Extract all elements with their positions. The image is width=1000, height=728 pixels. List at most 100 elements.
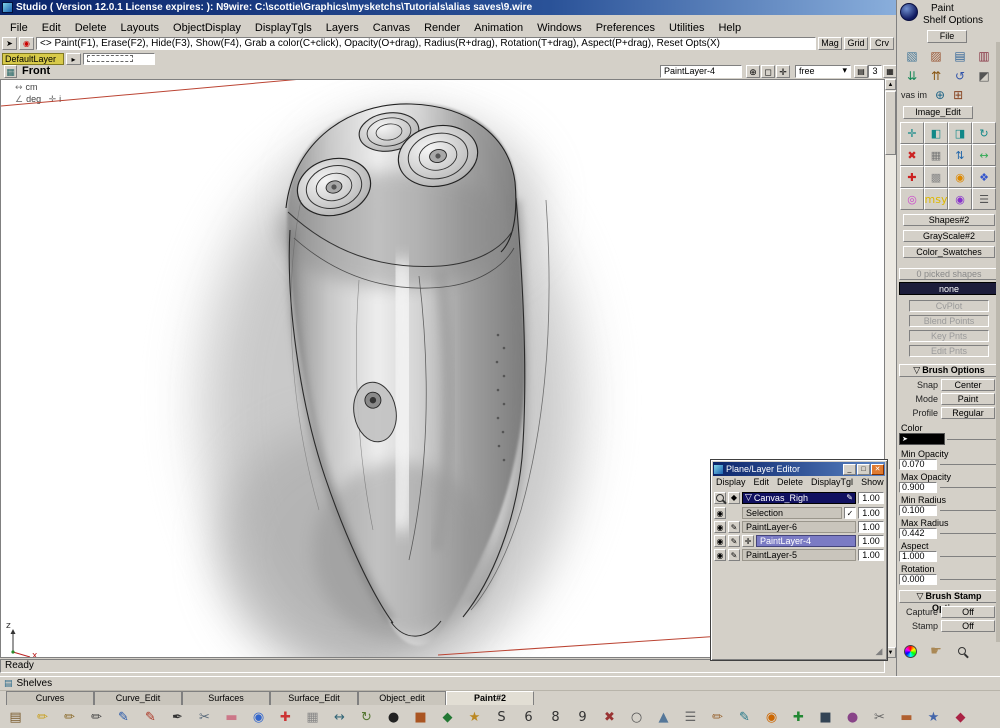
color-swatches-button[interactable]: Color_Swatches <box>903 246 995 258</box>
field-value-input[interactable]: 0.070 <box>899 459 937 470</box>
square-brush-icon[interactable]: ■ <box>407 706 434 728</box>
editor-menu-item[interactable]: Delete <box>777 477 803 489</box>
erase-all-icon[interactable]: ✖ <box>596 706 623 728</box>
export-icon[interactable]: ⇈ <box>924 66 948 86</box>
import-icon[interactable]: ⇊ <box>900 66 924 86</box>
triangle-brush-icon[interactable]: ▲ <box>650 706 677 728</box>
active-layer-tab[interactable]: DefaultLayer <box>2 53 64 65</box>
pen-teal-icon[interactable]: ✎ <box>731 706 758 728</box>
stencil-s-icon[interactable]: S <box>488 706 515 728</box>
pan-image-icon[interactable]: ✛ <box>900 122 924 144</box>
grayscale-button[interactable]: GrayScale#2 <box>903 230 995 242</box>
new-image-icon[interactable]: ▧ <box>900 46 924 66</box>
prompt-arrow-icon[interactable]: ➤ <box>2 37 17 50</box>
brush-color-swatch[interactable]: ➤ <box>899 433 945 445</box>
smear-tool-icon[interactable]: ↔ <box>326 706 353 728</box>
layer-opacity[interactable]: 1.00 <box>858 549 884 561</box>
menu-item[interactable]: Layers <box>319 21 366 36</box>
field-value-input[interactable]: 0.442 <box>899 528 937 539</box>
diamond-red-icon[interactable]: ◆ <box>947 706 974 728</box>
zoom-marquee-icon[interactable]: ◻ <box>761 65 775 78</box>
menu-item[interactable]: Utilities <box>662 21 711 36</box>
flip-horizontal-icon[interactable]: ◧ <box>924 122 948 144</box>
tab-surfaces[interactable]: Surfaces <box>182 691 270 705</box>
layer-name[interactable]: Selection <box>742 507 842 519</box>
snip-icon[interactable]: ✂ <box>866 706 893 728</box>
editor-menu-item[interactable]: DisplayTgl <box>811 477 853 489</box>
find-layer-icon[interactable] <box>714 492 726 504</box>
option-value-button[interactable]: Paint <box>941 393 995 405</box>
title-bar[interactable]: Studio ( Version 12.0.1 License expires:… <box>0 0 1000 15</box>
lines-brush-icon[interactable]: ☰ <box>677 706 704 728</box>
zoom-shelf-icon[interactable]: ⊕ <box>935 88 945 102</box>
field-slider[interactable] <box>940 487 999 488</box>
editor-menu-item[interactable]: Display <box>716 477 746 489</box>
brush-options-header[interactable]: ▽Brush Options <box>899 364 999 377</box>
field-value-input[interactable]: 0.100 <box>899 505 937 516</box>
tab-curves[interactable]: Curves <box>6 691 94 705</box>
field-slider[interactable] <box>940 579 999 580</box>
menu-item[interactable]: Edit <box>35 21 68 36</box>
scissors-icon[interactable]: ✂ <box>191 706 218 728</box>
eye-icon[interactable]: ◉ <box>714 549 726 561</box>
image-edit-tab[interactable]: Image_Edit <box>903 106 973 119</box>
prompt-help-line[interactable]: <> Paint(F1), Erase(F2), Hide(F3), Show(… <box>36 37 816 50</box>
layer-row-paintlayer-4[interactable]: ◉ ✎ ✛ PaintLayer-4 1.00 <box>714 534 884 548</box>
selection-checkbox[interactable]: ✓ <box>844 507 856 519</box>
marker-icon[interactable]: ▬ <box>893 706 920 728</box>
editor-minimize-button[interactable]: _ <box>843 464 856 475</box>
dot-brush-icon[interactable]: ● <box>380 706 407 728</box>
rotate-image-icon[interactable]: ↻ <box>972 122 996 144</box>
layer-row-selection[interactable]: ◉ Selection ✓ 1.00 <box>714 506 884 520</box>
pencil-sepia-icon[interactable]: ✏ <box>704 706 731 728</box>
menu-item[interactable]: Windows <box>530 21 589 36</box>
brush-stamp-header[interactable]: ▽Brush Stamp Options <box>899 590 999 603</box>
save-as-icon[interactable]: ▥ <box>972 46 996 66</box>
editor-close-button[interactable]: ✕ <box>871 464 884 475</box>
field-value-input[interactable]: 0.000 <box>899 574 937 585</box>
resize-grip-icon[interactable]: ◢ <box>874 647 884 657</box>
palette-icon[interactable]: ◉ <box>948 188 972 210</box>
layers-shelf-icon[interactable]: ⊞ <box>953 88 963 102</box>
view-grid-icon[interactable]: ▦ <box>4 65 17 78</box>
crosshair-brush-icon[interactable]: ✚ <box>272 706 299 728</box>
pencil-icon[interactable]: ✎ <box>728 521 740 533</box>
purple-dot-icon[interactable]: ● <box>839 706 866 728</box>
snapshot-icon[interactable]: ◩ <box>972 66 996 86</box>
shelves-title-bar[interactable]: ▤ Shelves <box>0 677 1000 691</box>
editor-menu-item[interactable]: Show <box>861 477 884 489</box>
stencil-6-icon[interactable]: 6 <box>515 706 542 728</box>
layer-arrow-icon[interactable]: ▸ <box>66 53 81 65</box>
eraser-icon[interactable]: ▬ <box>218 706 245 728</box>
stencil-9-icon[interactable]: 9 <box>569 706 596 728</box>
option-value-button[interactable]: Center <box>941 379 995 391</box>
option-value-button[interactable]: Off <box>941 620 995 632</box>
delete-region-icon[interactable]: ✖ <box>900 144 924 166</box>
hue-wheel-icon[interactable]: ◎ <box>900 188 924 210</box>
eye-icon[interactable]: ◉ <box>714 521 726 533</box>
star-brush-icon[interactable]: ★ <box>461 706 488 728</box>
color-wheel-icon[interactable]: ◉ <box>948 166 972 188</box>
ink-pen-icon[interactable]: ✒ <box>164 706 191 728</box>
mask-icon[interactable]: ▩ <box>924 166 948 188</box>
levels-icon[interactable]: ☰ <box>972 188 996 210</box>
shelf-layers-icon[interactable]: ▤ <box>2 706 29 728</box>
eye-icon[interactable]: ◉ <box>714 507 726 519</box>
scroll-up-icon[interactable]: ▲ <box>885 79 896 90</box>
rgb-balls-icon[interactable]: ❖ <box>972 166 996 188</box>
pencil-icon[interactable]: ✎ <box>728 549 740 561</box>
pencil-hb-icon[interactable]: ✏ <box>29 706 56 728</box>
editor-maximize-button[interactable]: □ <box>857 464 870 475</box>
menu-item[interactable]: Canvas <box>366 21 417 36</box>
file-shelf-button[interactable]: File <box>927 30 967 43</box>
layer-opacity[interactable]: 1.00 <box>858 535 884 547</box>
menu-item[interactable]: Animation <box>467 21 530 36</box>
mag-button[interactable]: Mag <box>818 37 842 50</box>
swap-layers-icon[interactable]: ⇅ <box>948 144 972 166</box>
option-value-button[interactable]: Regular <box>941 407 995 419</box>
move-icon[interactable]: ✛ <box>742 535 754 547</box>
field-slider[interactable] <box>940 510 999 511</box>
layer-row-paintlayer-5[interactable]: ◉ ✎ PaintLayer-5 1.00 <box>714 548 884 562</box>
prompt-pick-icon[interactable]: ◉ <box>19 37 34 50</box>
shapes-button[interactable]: Shapes#2 <box>903 214 995 226</box>
